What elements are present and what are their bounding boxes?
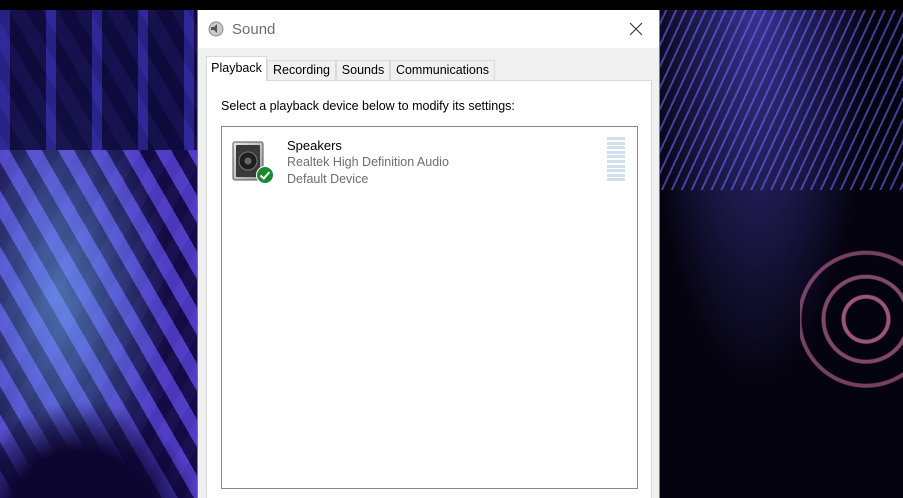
- close-button[interactable]: [613, 10, 659, 48]
- sound-dialog: Sound Playback Recording Sounds Communic…: [197, 10, 660, 498]
- playback-device-list[interactable]: Speakers Realtek High Definition Audio D…: [221, 126, 638, 489]
- sound-app-icon: [208, 21, 224, 37]
- device-name: Speakers: [287, 138, 342, 153]
- wallpaper-right-fireworks: [660, 0, 903, 498]
- volume-level-meter: [607, 137, 625, 185]
- wallpaper-left-dome: [0, 0, 200, 498]
- window-title: Sound: [232, 21, 276, 38]
- title-bar[interactable]: Sound: [198, 10, 659, 48]
- playback-instruction: Select a playback device below to modify…: [221, 99, 515, 113]
- close-icon: [629, 22, 643, 36]
- tab-recording[interactable]: Recording: [267, 60, 336, 80]
- playback-panel: Select a playback device below to modify…: [206, 80, 652, 498]
- tab-playback[interactable]: Playback: [206, 56, 267, 81]
- tab-sounds[interactable]: Sounds: [336, 60, 390, 80]
- default-check-icon: [256, 166, 274, 184]
- tab-communications[interactable]: Communications: [390, 60, 495, 80]
- device-item-speakers[interactable]: Speakers Realtek High Definition Audio D…: [222, 127, 637, 187]
- device-driver: Realtek High Definition Audio: [287, 155, 449, 169]
- device-status: Default Device: [287, 172, 369, 186]
- wallpaper-top-strip: [0, 0, 903, 10]
